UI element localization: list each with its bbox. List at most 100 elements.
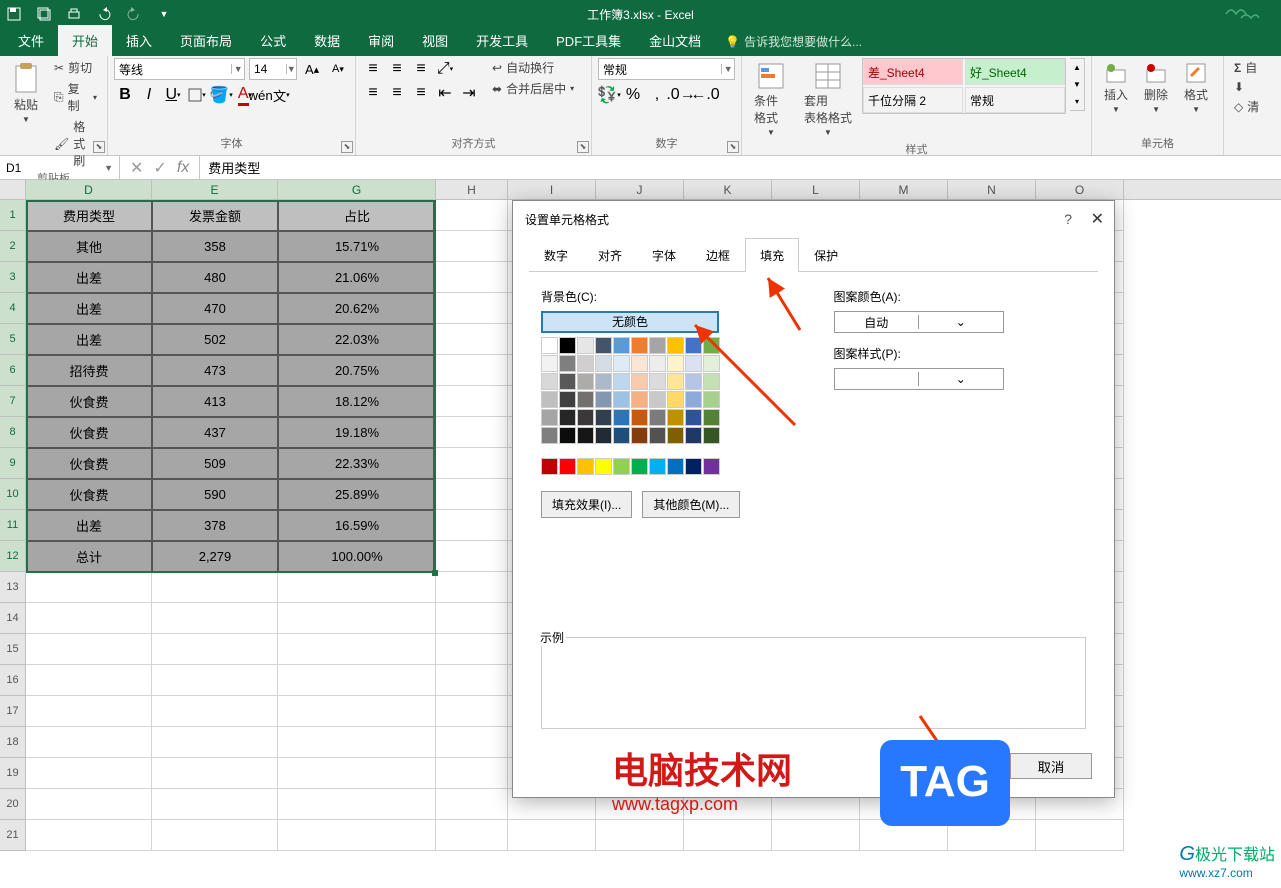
col-header-G[interactable]: G [278, 180, 436, 199]
color-swatch[interactable] [613, 391, 630, 408]
cell[interactable] [278, 696, 436, 727]
cell[interactable] [152, 665, 278, 696]
gallery-more-icon[interactable]: ▾ [1070, 93, 1084, 110]
cancel-formula-icon[interactable]: ✕ [130, 158, 143, 178]
orientation-button[interactable]: ⤢▾ [434, 58, 456, 80]
cell[interactable] [26, 696, 152, 727]
bold-button[interactable]: B [114, 84, 136, 106]
cell[interactable]: 伙食费 [26, 479, 152, 510]
cell[interactable]: 25.89% [278, 479, 436, 510]
color-swatch[interactable] [613, 427, 630, 444]
number-format-combo[interactable]: ▼ [598, 58, 735, 80]
color-swatch[interactable] [667, 337, 684, 354]
cell[interactable] [26, 727, 152, 758]
color-swatch[interactable] [703, 427, 720, 444]
conditional-formatting-button[interactable]: 条件格式▼ [748, 58, 794, 141]
color-swatch[interactable] [559, 355, 576, 372]
color-swatch[interactable] [577, 427, 594, 444]
name-box[interactable]: D1▼ [0, 156, 120, 179]
tab-formula[interactable]: 公式 [246, 25, 300, 56]
color-swatch[interactable] [577, 373, 594, 390]
fill-button[interactable]: ⬇ [1230, 79, 1258, 95]
cell[interactable]: 509 [152, 448, 278, 479]
dlg-tab-fill[interactable]: 填充 [745, 238, 799, 272]
indent-decrease-button[interactable]: ⇤ [434, 82, 456, 104]
cell[interactable] [436, 324, 508, 355]
color-swatch[interactable] [541, 458, 558, 475]
cell[interactable]: 473 [152, 355, 278, 386]
color-swatch[interactable] [541, 337, 558, 354]
cell[interactable]: 502 [152, 324, 278, 355]
increase-decimal-button[interactable]: .0→ [670, 84, 692, 106]
gallery-up-icon[interactable]: ▲ [1070, 59, 1084, 76]
cell[interactable]: 伙食费 [26, 417, 152, 448]
color-swatch[interactable] [667, 373, 684, 390]
color-swatch[interactable] [631, 427, 648, 444]
tab-layout[interactable]: 页面布局 [166, 25, 246, 56]
align-right-button[interactable]: ≡ [410, 82, 432, 104]
cell[interactable]: 100.00% [278, 541, 436, 572]
cell[interactable]: 20.62% [278, 293, 436, 324]
cell[interactable] [436, 696, 508, 727]
cell[interactable] [278, 758, 436, 789]
tab-insert[interactable]: 插入 [112, 25, 166, 56]
cell[interactable] [278, 727, 436, 758]
color-swatch[interactable] [595, 427, 612, 444]
color-swatch[interactable] [595, 373, 612, 390]
color-swatch[interactable] [685, 458, 702, 475]
row-header[interactable]: 20 [0, 789, 26, 820]
dlg-tab-protect[interactable]: 保护 [799, 238, 853, 272]
row-header[interactable]: 21 [0, 820, 26, 851]
col-header-M[interactable]: M [860, 180, 948, 199]
cell[interactable]: 出差 [26, 293, 152, 324]
style-good[interactable]: 好_Sheet4 [965, 59, 1065, 85]
color-swatch[interactable] [685, 373, 702, 390]
cell[interactable] [436, 603, 508, 634]
insert-cells-button[interactable]: 插入▼ [1098, 58, 1134, 118]
cell[interactable]: 出差 [26, 324, 152, 355]
color-swatch[interactable] [595, 458, 612, 475]
style-normal[interactable]: 常规 [965, 87, 1065, 113]
cell[interactable] [508, 820, 596, 851]
tab-file[interactable]: 文件 [4, 25, 58, 56]
font-size-combo[interactable]: ▼ [249, 58, 297, 80]
color-swatch[interactable] [703, 391, 720, 408]
color-swatch[interactable] [667, 409, 684, 426]
row-header[interactable]: 11 [0, 510, 26, 541]
cell[interactable] [152, 603, 278, 634]
color-swatch[interactable] [559, 391, 576, 408]
col-header-H[interactable]: H [436, 180, 508, 199]
color-swatch[interactable] [559, 458, 576, 475]
enter-formula-icon[interactable]: ✓ [153, 158, 166, 178]
color-swatch[interactable] [613, 337, 630, 354]
col-header-J[interactable]: J [596, 180, 684, 199]
cell[interactable]: 15.71% [278, 231, 436, 262]
shrink-font-button[interactable]: A▾ [327, 58, 349, 80]
color-swatch[interactable] [649, 355, 666, 372]
row-header[interactable]: 16 [0, 665, 26, 696]
cell[interactable]: 19.18% [278, 417, 436, 448]
cell[interactable] [152, 572, 278, 603]
save-as-icon[interactable] [36, 6, 52, 22]
col-header-E[interactable]: E [152, 180, 278, 199]
color-swatch[interactable] [541, 427, 558, 444]
cell[interactable] [436, 727, 508, 758]
align-center-button[interactable]: ≡ [386, 82, 408, 104]
color-swatch[interactable] [559, 427, 576, 444]
fill-color-button[interactable]: 🪣▾ [210, 84, 232, 106]
cell[interactable] [436, 541, 508, 572]
accounting-button[interactable]: 💱▾ [598, 84, 620, 106]
row-header[interactable]: 5 [0, 324, 26, 355]
color-swatch[interactable] [541, 373, 558, 390]
cell[interactable]: 437 [152, 417, 278, 448]
color-swatch[interactable] [631, 409, 648, 426]
col-header-I[interactable]: I [508, 180, 596, 199]
color-swatch[interactable] [577, 391, 594, 408]
row-header[interactable]: 12 [0, 541, 26, 572]
color-swatch[interactable] [649, 373, 666, 390]
cell[interactable] [596, 820, 684, 851]
color-swatch[interactable] [577, 458, 594, 475]
copy-button[interactable]: ⎘复制▾ [50, 79, 101, 115]
delete-cells-button[interactable]: 删除▼ [1138, 58, 1174, 118]
col-header-D[interactable]: D [26, 180, 152, 199]
